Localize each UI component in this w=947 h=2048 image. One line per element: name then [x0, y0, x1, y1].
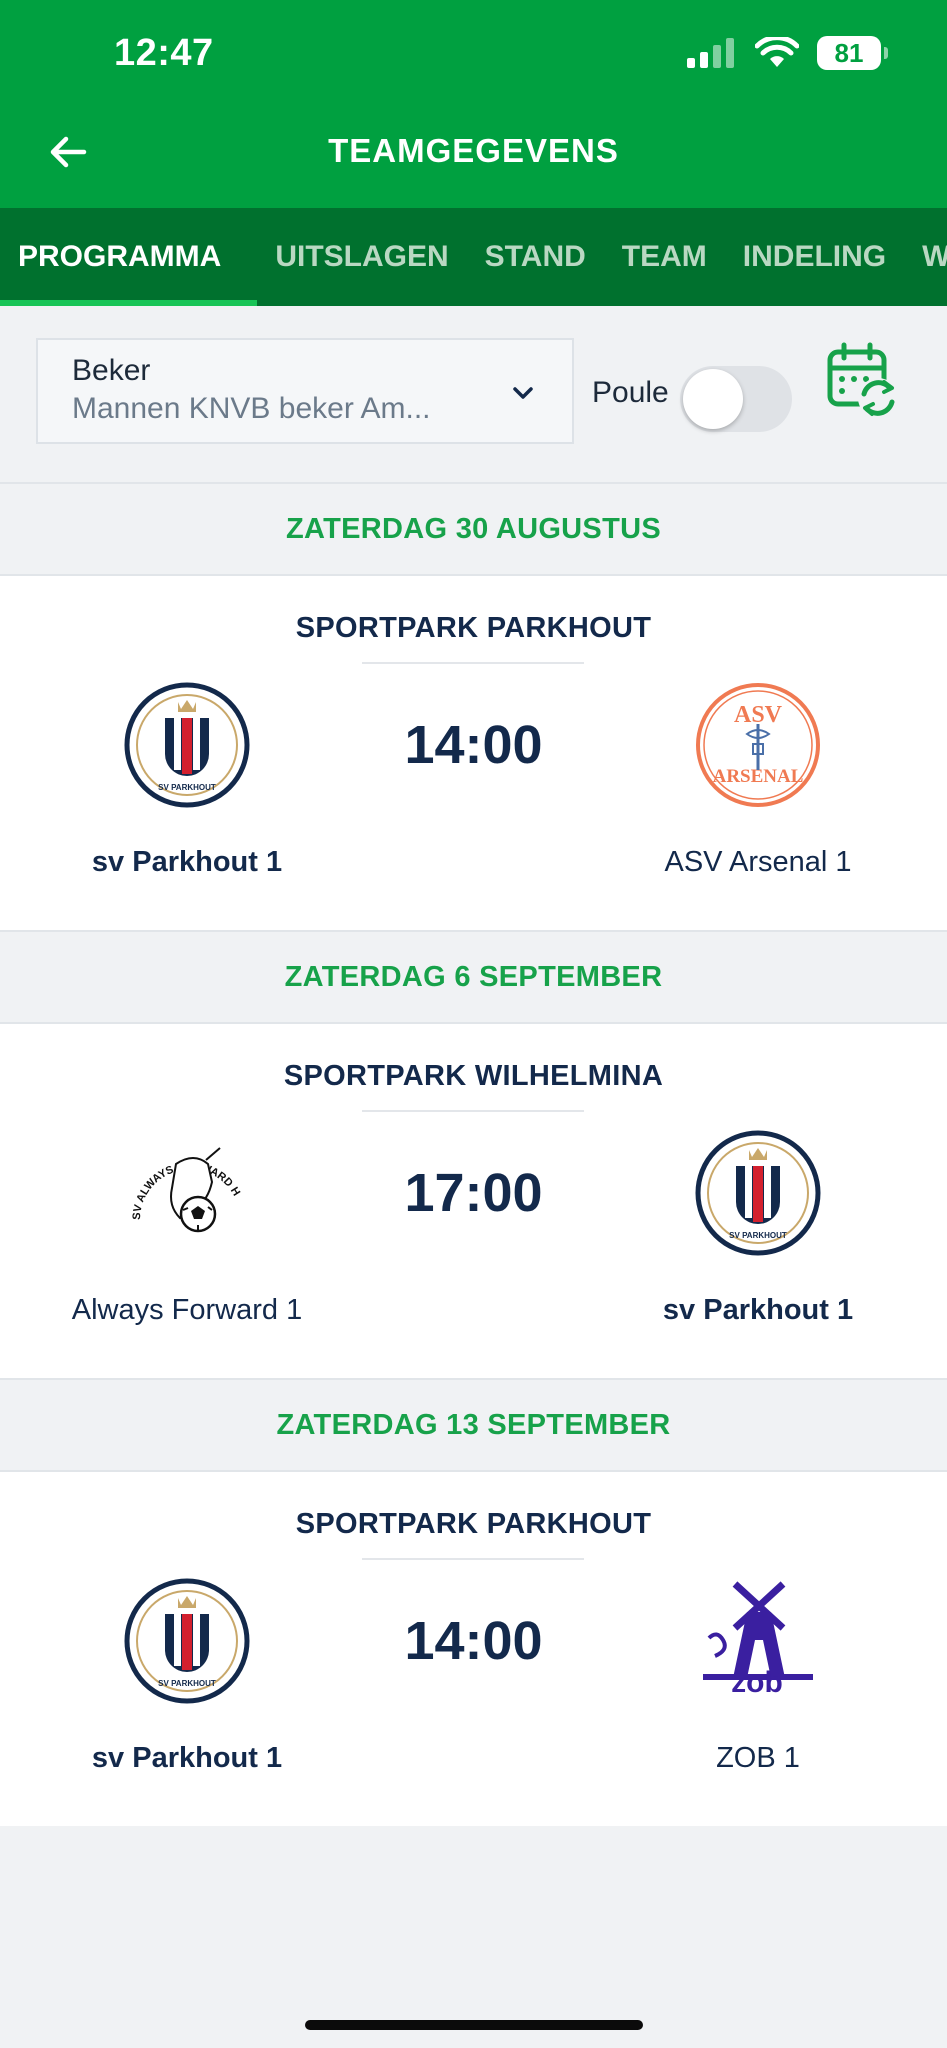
home-indicator [305, 2020, 643, 2030]
date-header: ZATERDAG 13 SEPTEMBER [0, 1378, 947, 1472]
home-team-name: sv Parkhout 1 [91, 846, 283, 878]
venue-name: SPORTPARK PARKHOUT [295, 1508, 652, 1540]
away-team[interactable]: zob ZOB 1 [608, 1578, 908, 1775]
tab-uitslagen[interactable]: UITSLAGEN [257, 208, 466, 306]
filter-bar: Beker Mannen KNVB beker Am... Poule [0, 306, 947, 482]
cellular-signal-icon [687, 38, 734, 68]
status-icons: 81 [687, 36, 888, 70]
status-time: 12:47 [114, 32, 214, 74]
app-header: 12:47 81 TEAMGEGEVENS [0, 0, 947, 208]
match-card[interactable]: SPORTPARK PARKHOUT 14:00 SV PARKHOUT sv … [0, 576, 947, 930]
venue-name: SPORTPARK WILHELMINA [283, 1060, 664, 1092]
calendar-sync-icon[interactable] [826, 342, 900, 420]
away-team[interactable]: SV PARKHOUT sv Parkhout 1 [608, 1130, 908, 1327]
tab-indeling[interactable]: INDELING [725, 208, 904, 306]
home-team-name: Always Forward 1 [71, 1294, 303, 1326]
always-forward-logo: SV ALWAYS FORWARD HOORN [124, 1130, 242, 1233]
divider [362, 662, 584, 664]
poule-toggle[interactable] [680, 366, 792, 432]
toggle-knob [683, 369, 743, 429]
sv-parkhout-logo: SV PARKHOUT [124, 1578, 250, 1704]
sv-parkhout-logo: SV PARKHOUT [124, 682, 250, 808]
away-team-name: sv Parkhout 1 [662, 1294, 854, 1326]
svg-text:SV PARKHOUT: SV PARKHOUT [158, 1679, 216, 1688]
chevron-down-icon [513, 387, 533, 399]
match-card[interactable]: SPORTPARK WILHELMINA 17:00 SV ALWAYS FOR… [0, 1024, 947, 1378]
home-team[interactable]: SV PARKHOUT sv Parkhout 1 [37, 682, 337, 879]
home-team[interactable]: SV PARKHOUT sv Parkhout 1 [37, 1578, 337, 1775]
tab-stand[interactable]: STAND [467, 208, 604, 306]
divider [362, 1110, 584, 1112]
match-card[interactable]: SPORTPARK PARKHOUT 14:00 SV PARKHOUT sv … [0, 1472, 947, 1826]
home-team[interactable]: SV ALWAYS FORWARD HOORN Always Forward 1 [37, 1130, 337, 1327]
divider [362, 1558, 584, 1560]
battery-icon: 81 [817, 36, 888, 70]
page-title: TEAMGEGEVENS [328, 132, 619, 169]
svg-text:zob: zob [731, 1666, 783, 1699]
svg-text:SV PARKHOUT: SV PARKHOUT [158, 783, 216, 792]
tab-wedstrijden[interactable]: WED [904, 208, 947, 306]
competition-select[interactable]: Beker Mannen KNVB beker Am... [36, 338, 574, 444]
date-header: ZATERDAG 6 SEPTEMBER [0, 930, 947, 1024]
select-value: Mannen KNVB beker Am... [72, 392, 431, 425]
wifi-icon [755, 37, 799, 67]
sv-parkhout-logo: SV PARKHOUT [695, 1130, 821, 1256]
tab-bar: PROGRAMMA UITSLAGEN STAND TEAM INDELING … [0, 208, 947, 306]
away-team[interactable]: ASV ARSENAL ASV Arsenal 1 [608, 682, 908, 879]
home-team-name: sv Parkhout 1 [91, 1742, 283, 1774]
poule-label: Poule [592, 376, 669, 409]
tab-programma[interactable]: PROGRAMMA [0, 208, 258, 306]
svg-text:SV PARKHOUT: SV PARKHOUT [729, 1231, 787, 1240]
date-header: ZATERDAG 30 AUGUSTUS [0, 482, 947, 576]
venue-name: SPORTPARK PARKHOUT [295, 612, 652, 644]
asv-arsenal-logo: ASV ARSENAL [696, 683, 820, 807]
zob-logo: zob [703, 1581, 813, 1699]
select-label: Beker [72, 354, 151, 387]
tab-team[interactable]: TEAM [604, 208, 725, 306]
away-team-name: ZOB 1 [716, 1742, 800, 1774]
away-team-name: ASV Arsenal 1 [664, 846, 852, 878]
